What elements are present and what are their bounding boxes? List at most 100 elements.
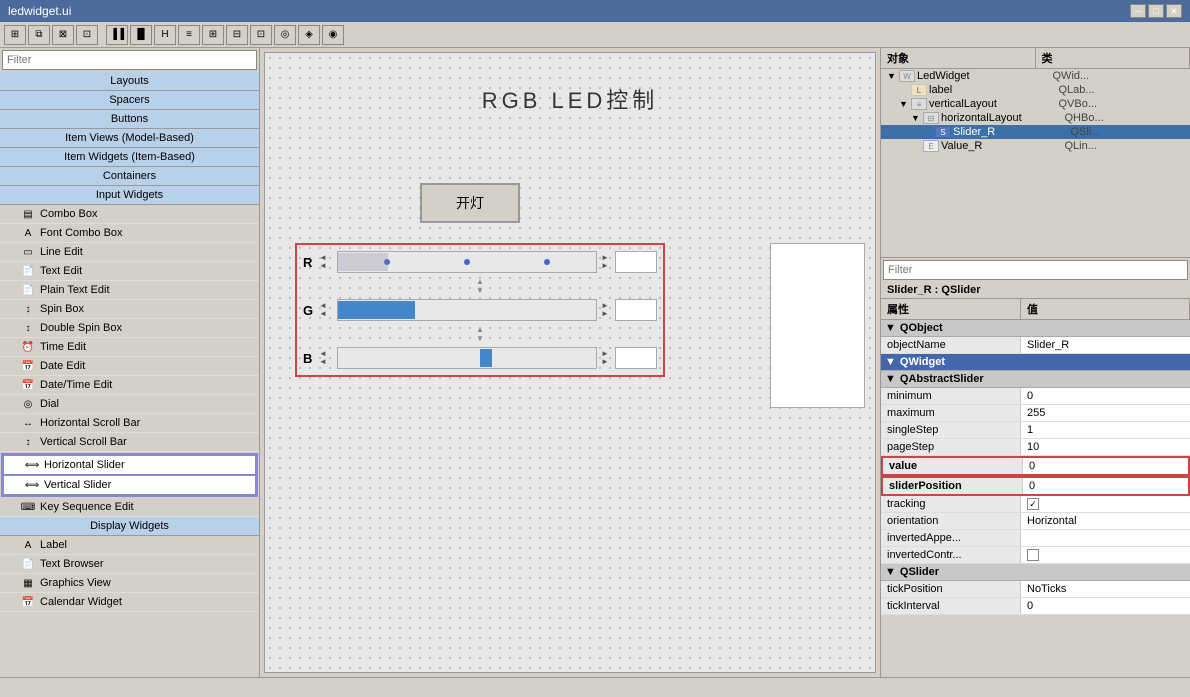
toolbar-btn-2[interactable]: ⧉ [28, 25, 50, 45]
qwidget-collapse-icon: ▼ [885, 356, 896, 368]
tree-row-horizontallayout[interactable]: ▼ ⊟ horizontalLayout QHBo... [881, 111, 1190, 125]
slider-b-spinbox[interactable] [615, 347, 657, 369]
tree-expand-verticallayout[interactable]: ▼ [899, 99, 911, 109]
toolbar-btn-8[interactable]: ≡ [178, 25, 200, 45]
tree-row-verticallayout[interactable]: ▼ ≡ verticalLayout QVBo... [881, 97, 1190, 111]
category-layouts[interactable]: Layouts [0, 72, 259, 91]
maximize-button[interactable]: □ [1148, 4, 1164, 18]
prop-value-invertedcontr[interactable] [1021, 547, 1190, 563]
filter-input[interactable] [2, 50, 257, 70]
tree-expand-horizontallayout[interactable]: ▼ [911, 113, 923, 123]
widget-item-graphics-view[interactable]: ▦Graphics View [0, 574, 259, 593]
widget-item-horiz-slider[interactable]: ⟺Horizontal Slider [3, 455, 256, 475]
tree-icon-value-r: E [923, 140, 939, 152]
slider-r-track[interactable] [337, 251, 597, 273]
prop-value-maximum[interactable]: 255 [1021, 405, 1190, 421]
prop-value-orientation[interactable]: Horizontal [1021, 513, 1190, 529]
slider-r-anchor-mid [464, 259, 470, 265]
tree-row-slider-r[interactable]: S Slider_R QSli... [881, 125, 1190, 139]
widget-item-text-edit[interactable]: 📄Text Edit [0, 262, 259, 281]
slider-b-track[interactable] [337, 347, 597, 369]
slider-r-spinbox[interactable] [615, 251, 657, 273]
props-section-qabstractslider[interactable]: ▼ QAbstractSlider [881, 371, 1190, 388]
tracking-checkbox[interactable] [1027, 498, 1039, 510]
toolbar-btn-10[interactable]: ⊟ [226, 25, 248, 45]
tree-row-ledwidget[interactable]: ▼ W LedWidget QWid... [881, 69, 1190, 83]
prop-value-tickinterval[interactable]: 0 [1021, 598, 1190, 614]
widget-item-text-browser[interactable]: 📄Text Browser [0, 555, 259, 574]
category-input-widgets[interactable]: Input Widgets [0, 186, 259, 205]
tree-class-label: QLab... [1059, 84, 1189, 96]
widget-item-date-edit[interactable]: 📅Date Edit [0, 357, 259, 376]
tree-name-value-r: Value_R [941, 140, 1065, 152]
prop-value-tracking[interactable] [1021, 496, 1190, 512]
toolbar-btn-3[interactable]: ⊠ [52, 25, 74, 45]
minimize-button[interactable]: ─ [1130, 4, 1146, 18]
slider-g-track[interactable] [337, 299, 597, 321]
prop-name-tickposition: tickPosition [881, 581, 1021, 597]
toolbar-btn-5[interactable]: ▐▐ [106, 25, 128, 45]
prop-value-sliderposition[interactable]: 0 [1023, 478, 1188, 494]
widget-icon-text-edit: 📄 [20, 263, 36, 279]
props-section-qwidget[interactable]: ▼ QWidget [881, 354, 1190, 371]
slider-g-spinbox[interactable] [615, 299, 657, 321]
toolbar-btn-9[interactable]: ⊞ [202, 25, 224, 45]
widget-item-spin-box[interactable]: ↕Spin Box [0, 300, 259, 319]
widget-item-vert-scroll[interactable]: ↕Vertical Scroll Bar [0, 433, 259, 452]
toolbar-btn-13[interactable]: ◈ [298, 25, 320, 45]
prop-value-value[interactable]: 0 [1023, 458, 1188, 474]
tree-row-label[interactable]: L label QLab... [881, 83, 1190, 97]
props-section-qslider[interactable]: ▼ QSlider [881, 564, 1190, 581]
widget-item-line-edit[interactable]: ▭Line Edit [0, 243, 259, 262]
toolbar-btn-7[interactable]: H [154, 25, 176, 45]
widget-item-plain-text-edit[interactable]: 📄Plain Text Edit [0, 281, 259, 300]
prop-name-tracking: tracking [881, 496, 1021, 512]
tree-expand-ledwidget[interactable]: ▼ [887, 71, 899, 81]
slider-label-b: B [303, 351, 319, 366]
props-row-invertedcontr: invertedContr... [881, 547, 1190, 564]
category-containers[interactable]: Containers [0, 167, 259, 186]
prop-value-objectname[interactable]: Slider_R [1021, 337, 1190, 353]
prop-value-invertedappe[interactable] [1021, 530, 1190, 546]
canvas-title: RGB LED控制 [265, 83, 875, 115]
category-item-widgets[interactable]: Item Widgets (Item-Based) [0, 148, 259, 167]
toolbar-btn-1[interactable]: ⊞ [4, 25, 26, 45]
category-buttons[interactable]: Buttons [0, 110, 259, 129]
qobject-collapse-icon: ▼ [885, 322, 896, 334]
toolbar-btn-14[interactable]: ◉ [322, 25, 344, 45]
category-item-views[interactable]: Item Views (Model-Based) [0, 129, 259, 148]
prop-value-minimum[interactable]: 0 [1021, 388, 1190, 404]
prop-value-pagestep[interactable]: 10 [1021, 439, 1190, 455]
prop-value-tickposition[interactable]: NoTicks [1021, 581, 1190, 597]
widget-item-horiz-scroll[interactable]: ↔Horizontal Scroll Bar [0, 414, 259, 433]
widget-item-combo-box[interactable]: ▤Combo Box [0, 205, 259, 224]
widget-icon-key-sequence: ⌨ [20, 499, 36, 515]
toolbar-btn-6[interactable]: ▐▌ [130, 25, 152, 45]
props-filter-input[interactable] [883, 260, 1188, 280]
widget-item-calendar-widget[interactable]: 📅Calendar Widget [0, 593, 259, 612]
canvas-button[interactable]: 开灯 [420, 183, 520, 223]
widget-item-datetime-edit[interactable]: 📅Date/Time Edit [0, 376, 259, 395]
props-section-qobject[interactable]: ▼ QObject [881, 320, 1190, 337]
widget-item-key-sequence[interactable]: ⌨ Key Sequence Edit [0, 498, 259, 517]
filter-box [0, 48, 259, 72]
tree-row-value-r[interactable]: E Value_R QLin... [881, 139, 1190, 153]
widget-label-key-sequence: Key Sequence Edit [40, 501, 134, 513]
widget-item-time-edit[interactable]: ⏰Time Edit [0, 338, 259, 357]
invertedcontr-checkbox[interactable] [1027, 549, 1039, 561]
toolbar-btn-12[interactable]: ◎ [274, 25, 296, 45]
main-layout: Layouts Spacers Buttons Item Views (Mode… [0, 48, 1190, 677]
toolbar-btn-4[interactable]: ⊡ [76, 25, 98, 45]
widget-item-dial[interactable]: ◎Dial [0, 395, 259, 414]
widget-item-double-spin-box[interactable]: ↕Double Spin Box [0, 319, 259, 338]
category-display-widgets[interactable]: Display Widgets [0, 517, 259, 536]
widget-item-label[interactable]: ALabel [0, 536, 259, 555]
tree-name-horizontallayout: horizontalLayout [941, 112, 1065, 124]
widget-item-vert-slider[interactable]: ⟺Vertical Slider [3, 475, 256, 495]
widget-item-font-combo-box[interactable]: AFont Combo Box [0, 224, 259, 243]
close-button[interactable]: ✕ [1166, 4, 1182, 18]
prop-value-singlestep[interactable]: 1 [1021, 422, 1190, 438]
category-spacers[interactable]: Spacers [0, 91, 259, 110]
widget-icon-combo-box: ▤ [20, 206, 36, 222]
toolbar-btn-11[interactable]: ⊡ [250, 25, 272, 45]
